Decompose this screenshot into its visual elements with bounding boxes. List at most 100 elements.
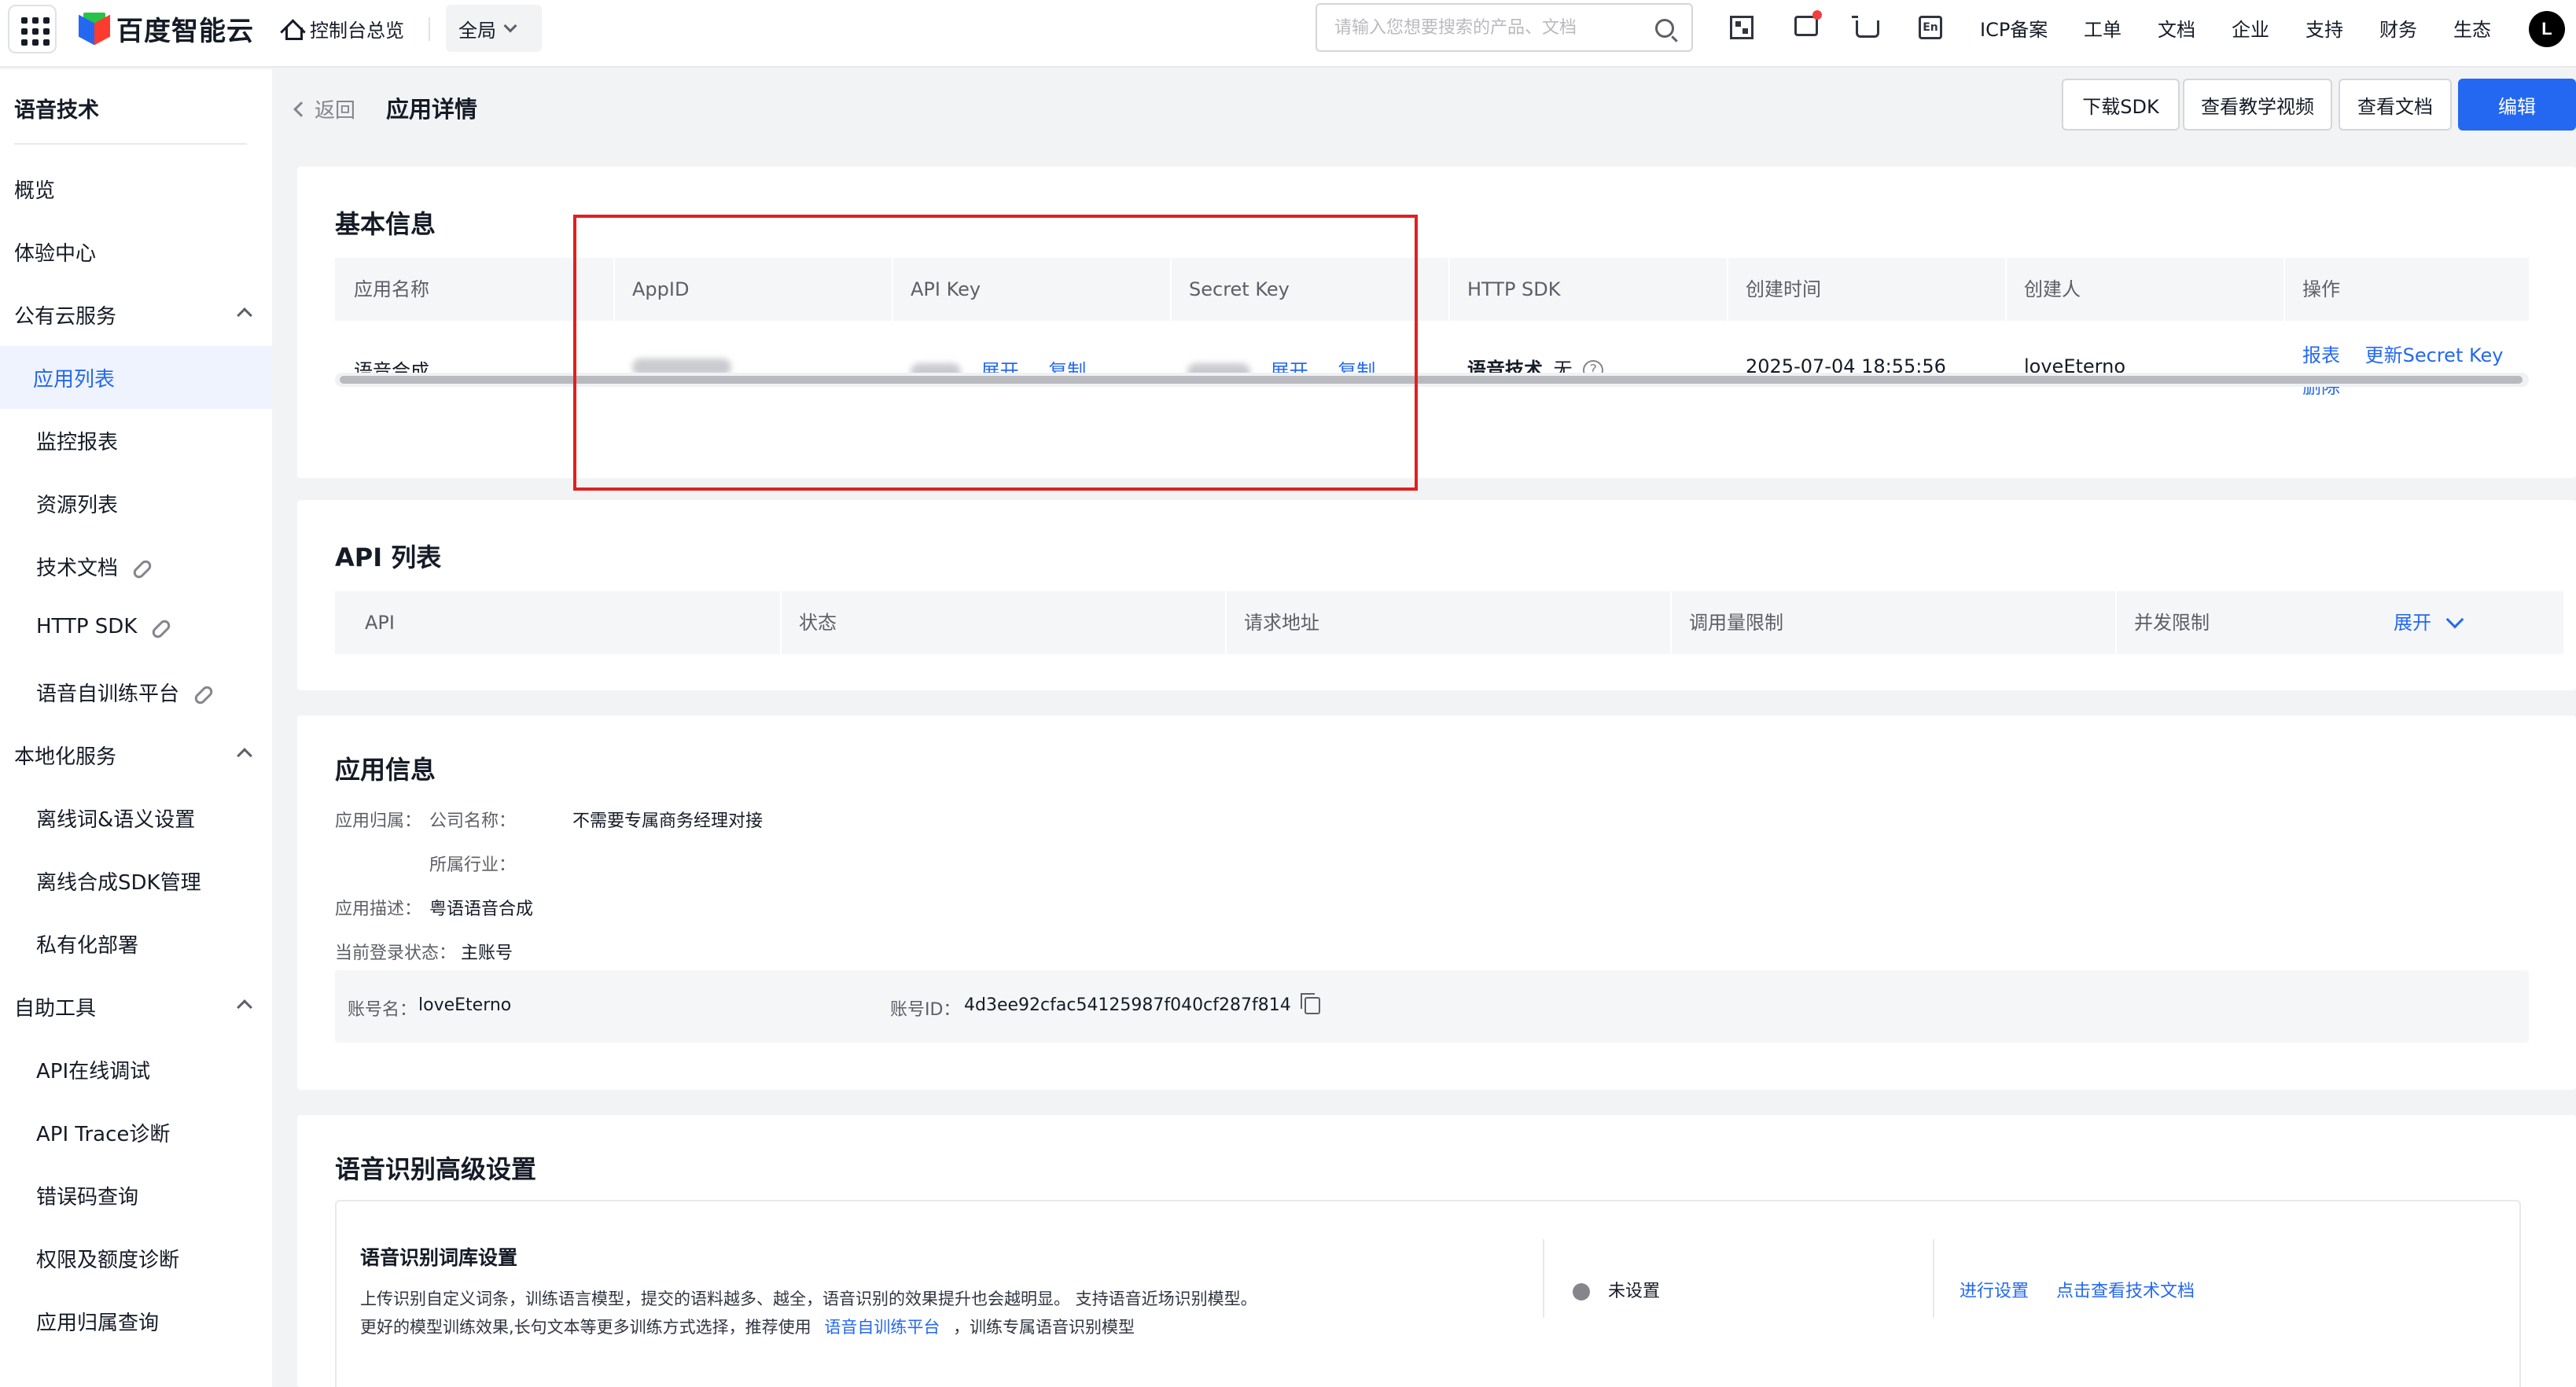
chevron-up-icon[interactable] [237,307,252,323]
logo-text: 百度智能云 [116,15,254,47]
highlight-annotation-box [573,215,1418,491]
back-label: 返回 [315,99,356,123]
message-icon[interactable] [1794,10,1822,36]
global-search [1316,3,1693,52]
column-header: 操作 [2302,278,2340,300]
desc-value: 粤语语音合成 [429,900,534,919]
nav-docs[interactable]: 文档 [2158,14,2195,42]
sidebar-item-app-list[interactable]: 应用列表 [33,363,115,392]
column-header: 调用量限制 [1689,612,1783,634]
status-dot-icon [1573,1283,1590,1301]
api-list-expand-toggle[interactable]: 展开 [2375,591,2464,654]
home-icon [282,18,303,40]
nav-ticket[interactable]: 工单 [2084,14,2122,42]
sidebar-item-monitor-report[interactable]: 监控报表 [36,426,118,455]
api-list-card: API 列表 API 状态 请求地址 调用量限制 并发限制 展开 [297,500,2576,690]
cart-icon[interactable] [1852,16,1879,38]
column-header: 请求地址 [1244,612,1319,634]
ownership-label: 应用归属： [335,811,422,831]
app-info-card: 应用信息 应用归属： 公司名称： 不需要专属商务经理对接 所属行业： 应用描述：… [297,716,2576,1090]
nav-finance[interactable]: 财务 [2379,14,2417,42]
desc-line2-pre: 更好的模型训练效果,长句文本等更多训练方式选择，推荐使用 [360,1318,811,1337]
login-status-value: 主账号 [461,944,513,963]
lexicon-status: 未设置 [1573,1277,1660,1302]
sidebar-title: 语音技术 [14,98,99,123]
asr-settings-title: 语音识别高级设置 [335,1154,537,1184]
nav-icp[interactable]: ICP备案 [1980,14,2048,42]
desc-line2-post: ，训练专属语音识别模型 [953,1318,1135,1337]
console-home-link[interactable]: 控制台总览 [282,13,404,44]
industry-label: 所属行业： [429,855,517,875]
operations-cell: 报表 更新Secret Key [2302,340,2504,367]
account-id-label: 账号ID： [890,1000,961,1020]
sidebar-item-offline-words[interactable]: 离线词&语义设置 [36,804,195,833]
api-list-table-header: API 状态 请求地址 调用量限制 并发限制 展开 [335,591,2563,654]
sidebar-item-api-trace[interactable]: API Trace诊断 [36,1118,170,1147]
nav-support[interactable]: 支持 [2306,14,2343,42]
external-link-icon [150,617,173,641]
external-link-icon [131,557,154,580]
sidebar-item-tech-docs[interactable]: 技术文档 [36,552,154,581]
copy-icon[interactable] [1300,993,1320,1014]
region-scope-select[interactable]: 全局 [446,5,542,52]
column-header: 创建人 [2024,278,2081,300]
search-input[interactable] [1334,17,1644,38]
sidebar: 语音技术 概览 体验中心 公有云服务 应用列表 监控报表 资源列表 技术文档 H… [0,69,272,1387]
tech-doc-link[interactable]: 点击查看技术文档 [2056,1282,2195,1301]
search-icon[interactable] [1655,19,1674,38]
asr-settings-card: 语音识别高级设置 语音识别词库设置 上传识别自定义词条，训练语言模型，提交的语料… [297,1115,2576,1387]
asr-lexicon-settings-box: 语音识别词库设置 上传识别自定义词条，训练语言模型，提交的语料越多、越全，语音识… [335,1200,2521,1387]
configure-link[interactable]: 进行设置 [1960,1282,2029,1301]
nav-ecosystem[interactable]: 生态 [2453,14,2491,42]
sidebar-item-app-ownership[interactable]: 应用归属查询 [36,1307,159,1336]
api-list-title: API 列表 [335,543,442,572]
back-button[interactable]: 返回 [293,94,356,123]
sidebar-item-http-sdk[interactable]: HTTP SDK [36,615,173,641]
sidebar-item-private-deploy[interactable]: 私有化部署 [36,929,138,958]
chevron-down-icon [2445,610,2464,629]
lexicon-desc-line1: 上传识别自定义词条，训练语言模型，提交的语料越多、越全，语音识别的效果提升也会越… [360,1290,1257,1308]
update-secret-key-link[interactable]: 更新Secret Key [2365,344,2504,366]
sidebar-item-resource-list[interactable]: 资源列表 [36,489,118,518]
view-docs-button[interactable]: 查看文档 [2339,79,2452,131]
company-value: 不需要专属商务经理对接 [572,811,764,831]
column-header: 状态 [799,612,837,634]
sidebar-group-local-service[interactable]: 本地化服务 [14,741,116,770]
baidu-cloud-logo[interactable]: 百度智能云 [79,11,254,47]
lexicon-desc-line2: 更好的模型训练效果,长句文本等更多训练方式选择，推荐使用 语音自训练平台 ，训练… [360,1315,1135,1338]
sidebar-item-api-debug[interactable]: API在线调试 [36,1055,150,1084]
column-header: HTTP SDK [1467,278,1561,300]
sidebar-item-experience[interactable]: 体验中心 [14,237,96,267]
lexicon-actions: 进行设置 点击查看技术文档 [1960,1277,2195,1302]
column-header: 应用名称 [354,278,429,300]
sidebar-group-public-cloud[interactable]: 公有云服务 [14,300,116,329]
sidebar-item-label: 语音自训练平台 [36,682,180,706]
sidebar-divider [14,143,247,145]
sidebar-item-offline-sdk[interactable]: 离线合成SDK管理 [36,866,201,896]
logo-cube-icon [79,13,110,46]
sidebar-item-self-training[interactable]: 语音自训练平台 [36,678,215,707]
user-avatar[interactable]: L [2529,11,2565,47]
scope-label: 全局 [458,19,496,42]
chevron-up-icon[interactable] [237,748,252,763]
qr-code-icon[interactable] [1730,16,1754,39]
self-training-platform-link[interactable]: 语音自训练平台 [824,1318,940,1337]
chevron-left-icon [293,101,309,117]
edit-button[interactable]: 编辑 [2458,79,2576,131]
status-label: 未设置 [1608,1282,1661,1301]
sidebar-item-error-code[interactable]: 错误码查询 [36,1181,138,1210]
tutorial-video-button[interactable]: 查看教学视频 [2183,79,2332,131]
account-name-label: 账号名： [348,1000,418,1020]
sidebar-item-permission-diagnose[interactable]: 权限及额度诊断 [36,1244,179,1273]
download-sdk-button[interactable]: 下载SDK [2062,79,2180,131]
column-divider [1543,1239,1544,1318]
account-info-box: 账号名： loveEterno 账号ID： 4d3ee92cfac5412598… [335,970,2529,1043]
login-status-label: 当前登录状态： [335,944,457,963]
chevron-up-icon[interactable] [237,999,252,1015]
sidebar-item-overview[interactable]: 概览 [14,175,55,204]
report-link[interactable]: 报表 [2302,344,2340,366]
nav-enterprise[interactable]: 企业 [2232,14,2269,42]
sidebar-group-self-tools[interactable]: 自助工具 [14,992,96,1021]
language-en-icon[interactable]: En [1919,16,1942,39]
app-grid-icon[interactable] [8,5,57,53]
